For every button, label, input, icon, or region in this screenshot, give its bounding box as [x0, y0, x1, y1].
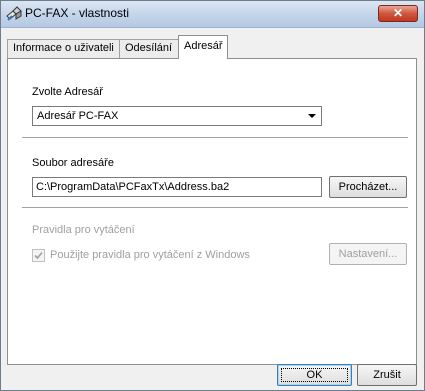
fax-app-icon [6, 6, 22, 21]
window-title: PC-FAX - vlastnosti [25, 6, 130, 20]
addressbook-file-value: C:\ProgramData\PCFaxTx\Address.ba2 [36, 181, 230, 193]
separator [22, 137, 408, 138]
dialing-rules-checkbox-label: Použijte pravidla pro vytáčení z Windows [50, 249, 250, 261]
cancel-button[interactable]: Zrušit [357, 364, 417, 386]
browse-button-label: Procházet... [338, 181, 398, 193]
tab-label: Informace o uživateli [13, 42, 114, 54]
focus-indicator [281, 368, 348, 382]
dialing-settings-button-label: Nastavení... [338, 248, 398, 260]
tab-label: Odesílání [125, 42, 173, 54]
addressbook-select-value: Adresář PC-FAX [37, 110, 119, 122]
tab-address-book[interactable]: Adresář [178, 35, 228, 59]
cancel-button-label: Zrušit [373, 369, 401, 381]
browse-button[interactable]: Procházet... [329, 176, 407, 198]
close-button[interactable]: ✕ [378, 5, 418, 22]
tab-panel-address-book: Zvolte Adresář Adresář PC-FAX Soubor adr… [7, 58, 417, 365]
choose-addressbook-label: Zvolte Adresář [32, 86, 103, 98]
tab-label: Adresář [184, 40, 223, 52]
separator [22, 207, 408, 208]
dialog-window: PC-FAX - vlastnosti ✕ Informace o uživat… [0, 0, 425, 391]
checkmark-icon [34, 251, 43, 260]
dialing-rules-checkbox[interactable] [32, 249, 45, 262]
tab-user-info[interactable]: Informace o uživateli [7, 39, 120, 58]
dialing-rules-label: Pravidla pro vytáčení [32, 224, 135, 236]
addressbook-select[interactable]: Adresář PC-FAX [32, 106, 322, 126]
file-label: Soubor adresáře [32, 157, 114, 169]
dialing-settings-button[interactable]: Nastavení... [329, 243, 407, 265]
addressbook-file-field[interactable]: C:\ProgramData\PCFaxTx\Address.ba2 [32, 177, 322, 197]
tab-sending[interactable]: Odesílání [119, 39, 179, 58]
chevron-down-icon [308, 114, 316, 118]
close-icon: ✕ [392, 6, 404, 20]
ok-button[interactable]: OK [277, 364, 352, 386]
title-bar[interactable]: PC-FAX - vlastnosti ✕ [1, 1, 424, 28]
